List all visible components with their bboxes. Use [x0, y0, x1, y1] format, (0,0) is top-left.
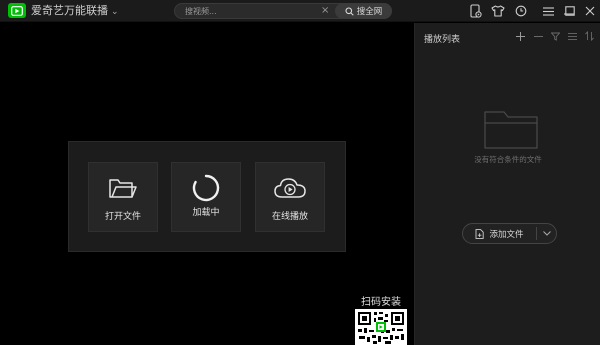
search-input[interactable]: [185, 4, 320, 18]
add-file-icon: [476, 228, 485, 239]
empty-folder-icon: [484, 111, 538, 153]
close-icon[interactable]: [583, 3, 597, 19]
app-title-menu[interactable]: 爱奇艺万能联播 ⌄: [31, 4, 119, 19]
phone-video-icon[interactable]: [467, 3, 483, 19]
sort-icon[interactable]: [584, 30, 594, 42]
tshirt-skin-icon[interactable]: [490, 3, 506, 19]
empty-playlist-text: 没有符合条件的文件: [474, 155, 542, 164]
search-all-label: 搜全网: [356, 7, 383, 17]
filter-icon[interactable]: [550, 30, 560, 42]
maximize-icon[interactable]: [563, 3, 577, 19]
loading-label: 加载中: [192, 208, 220, 218]
app-logo-icon: [8, 3, 26, 18]
loading-button[interactable]: 加载中: [171, 162, 241, 232]
add-file-button[interactable]: 添加文件: [463, 224, 536, 243]
playlist-title: 播放列表: [424, 35, 461, 45]
open-file-label: 打开文件: [104, 212, 141, 222]
playlist-panel: 播放列表 没有符合条件的文件 添加文件: [414, 23, 600, 345]
search-icon: [345, 6, 354, 16]
online-play-label: 在线播放: [271, 212, 308, 222]
cloud-play-icon: [273, 175, 307, 201]
chevron-down-icon: ⌄: [111, 7, 119, 17]
remove-icon[interactable]: [533, 30, 543, 42]
add-file-control: 添加文件: [462, 223, 557, 244]
title-bar: 爱奇艺万能联播⌄ × 搜全网: [0, 0, 600, 22]
search-box: × 搜全网: [174, 3, 392, 19]
chevron-down-icon: [542, 231, 551, 236]
folder-open-icon: [108, 175, 138, 201]
add-file-label: 添加文件: [489, 229, 524, 240]
history-clock-icon[interactable]: [513, 3, 529, 19]
start-panel: 打开文件 加载中 在线播放: [68, 141, 346, 252]
menu-icon[interactable]: [541, 3, 555, 19]
clear-search-icon[interactable]: ×: [321, 5, 329, 17]
loading-spinner-icon: [191, 174, 221, 202]
list-icon[interactable]: [567, 30, 577, 42]
add-icon[interactable]: [515, 30, 525, 42]
add-file-dropdown[interactable]: [537, 224, 556, 243]
qr-install-label: 扫码安装: [361, 297, 401, 308]
app-title: 爱奇艺万能联播: [31, 4, 108, 17]
open-file-button[interactable]: 打开文件: [88, 162, 158, 232]
search-all-button[interactable]: 搜全网: [335, 3, 392, 19]
qr-code-image[interactable]: [355, 309, 407, 345]
online-play-button[interactable]: 在线播放: [255, 162, 325, 232]
